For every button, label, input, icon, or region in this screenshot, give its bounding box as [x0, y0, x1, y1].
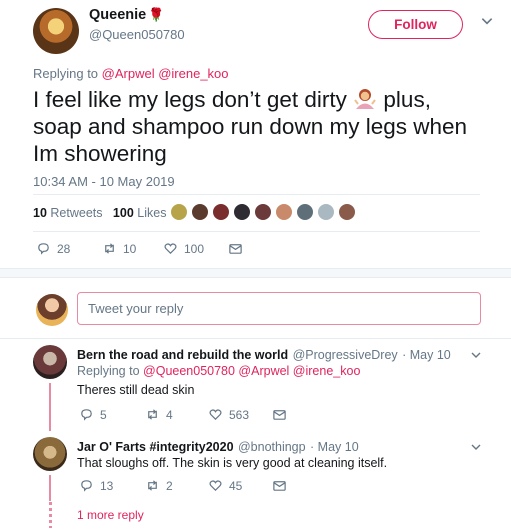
message-icon	[273, 410, 286, 420]
liker-avatar[interactable]	[317, 203, 335, 221]
retweets-label: Retweets	[50, 206, 103, 220]
likes-label: Likes	[137, 206, 167, 220]
retweet-icon	[105, 243, 114, 254]
retweet-count: 2	[166, 478, 173, 493]
retweets-count: 10	[33, 206, 47, 220]
reply-icon	[81, 480, 92, 492]
reply-compose-input[interactable]	[77, 292, 481, 325]
reply-avatar[interactable]	[33, 437, 67, 471]
message-icon	[273, 481, 286, 491]
reply-author-name[interactable]: Jar O' Farts #integrity2020	[77, 440, 234, 454]
tweet-stats: 10 Retweets 100 Likes	[33, 206, 166, 220]
thread-line	[49, 383, 51, 431]
likes-stat[interactable]: 100 Likes	[113, 206, 167, 220]
reply-author-handle[interactable]: @ProgressiveDrey	[293, 348, 398, 362]
reply-replying-to: Replying to @Queen050780 @Arpwel @irene_…	[77, 364, 360, 378]
replying-to-handles[interactable]: @Queen050780 @Arpwel @irene_koo	[143, 364, 360, 378]
replying-prefix: Replying to	[33, 66, 99, 81]
reply-author-handle[interactable]: @bnothingp	[238, 440, 306, 454]
like-icon	[209, 409, 222, 421]
like-action[interactable]: 563	[208, 407, 249, 422]
rose-icon: 🌹	[148, 7, 165, 22]
reply-header: Bern the road and rebuild the world @Pro…	[77, 346, 451, 364]
tweet-text-line3: Im showering	[33, 141, 167, 166]
reply-avatar[interactable]	[33, 345, 67, 379]
tweet-text-line2: soap and shampoo run down my legs when	[33, 114, 468, 139]
reply-header: Jar O' Farts #integrity2020 @bnothingp ·…	[77, 438, 359, 456]
liker-avatar[interactable]	[254, 203, 272, 221]
divider	[0, 338, 511, 339]
reply-action[interactable]: 5	[79, 407, 107, 422]
reply-author-name[interactable]: Bern the road and rebuild the world	[77, 348, 288, 362]
retweet-count: 4	[166, 407, 173, 422]
direct-message-action[interactable]	[272, 478, 287, 493]
reply-action[interactable]: 13	[79, 478, 113, 493]
author-name[interactable]: Queenie	[89, 7, 146, 23]
replying-to: Replying to @Arpwel @irene_koo	[33, 66, 229, 81]
divider	[33, 231, 480, 232]
liker-avatar[interactable]	[233, 203, 251, 221]
likes-count: 100	[112, 206, 134, 220]
reply-count: 28	[57, 241, 71, 256]
retweet-action[interactable]: 2	[145, 478, 173, 493]
liker-avatar[interactable]	[338, 203, 356, 221]
more-replies-link[interactable]: 1 more reply	[77, 508, 144, 522]
retweet-icon	[148, 480, 157, 491]
retweet-icon	[148, 409, 157, 420]
like-count: 563	[229, 407, 250, 422]
chevron-down-icon[interactable]	[470, 349, 482, 361]
retweet-action[interactable]: 10	[102, 241, 136, 256]
divider	[33, 194, 480, 195]
liker-avatar[interactable]	[275, 203, 293, 221]
tweet-text: I feel like my legs don’t get dirty plus…	[33, 86, 493, 167]
chevron-down-icon[interactable]	[470, 441, 482, 453]
tweet-timestamp[interactable]: 10:34 AM - 10 May 2019	[33, 174, 175, 189]
reply-date[interactable]: · May 10	[402, 348, 451, 362]
replying-to-handles[interactable]: @Arpwel @irene_koo	[102, 66, 229, 81]
thread-line	[49, 475, 51, 501]
reply-icon	[38, 243, 49, 255]
like-action[interactable]: 45	[208, 478, 242, 493]
retweets-stat[interactable]: 10 Retweets	[33, 206, 103, 220]
like-count: 45	[229, 478, 243, 493]
direct-message-action[interactable]	[272, 407, 287, 422]
liker-avatar[interactable]	[212, 203, 230, 221]
reply-action[interactable]: 28	[36, 241, 70, 256]
direct-message-action[interactable]	[228, 241, 243, 256]
reply-icon	[81, 409, 92, 421]
replying-prefix: Replying to	[77, 364, 140, 378]
reply-text: That sloughs off. The skin is very good …	[77, 456, 388, 470]
current-user-avatar[interactable]	[36, 294, 68, 326]
liker-avatar[interactable]	[170, 203, 188, 221]
retweet-count: 10	[123, 241, 137, 256]
reply-text: Theres still dead skin	[77, 383, 195, 397]
liker-avatar[interactable]	[296, 203, 314, 221]
author-handle[interactable]: @Queen050780	[89, 27, 185, 42]
like-icon	[164, 243, 177, 255]
reply-count: 5	[100, 407, 107, 422]
reply-date[interactable]: · May 10	[310, 440, 359, 454]
tweet-text-line1: I feel like my legs don’t get dirty	[33, 87, 347, 112]
follow-button[interactable]: Follow	[368, 10, 463, 39]
section-separator	[0, 268, 511, 278]
liker-avatar[interactable]	[191, 203, 209, 221]
author-avatar[interactable]	[33, 8, 79, 54]
like-icon	[209, 480, 222, 492]
tweet-text-after-emoji: plus,	[383, 87, 431, 112]
like-count: 100	[184, 241, 205, 256]
thread-continuation-dots	[49, 502, 52, 528]
author-name-row[interactable]: Queenie 🌹	[89, 7, 164, 23]
reply-count: 13	[100, 478, 114, 493]
message-icon	[229, 244, 242, 254]
like-action[interactable]: 100	[163, 241, 204, 256]
chevron-down-icon[interactable]	[480, 14, 494, 28]
retweet-action[interactable]: 4	[145, 407, 173, 422]
woman-shrugging-icon	[354, 89, 376, 109]
